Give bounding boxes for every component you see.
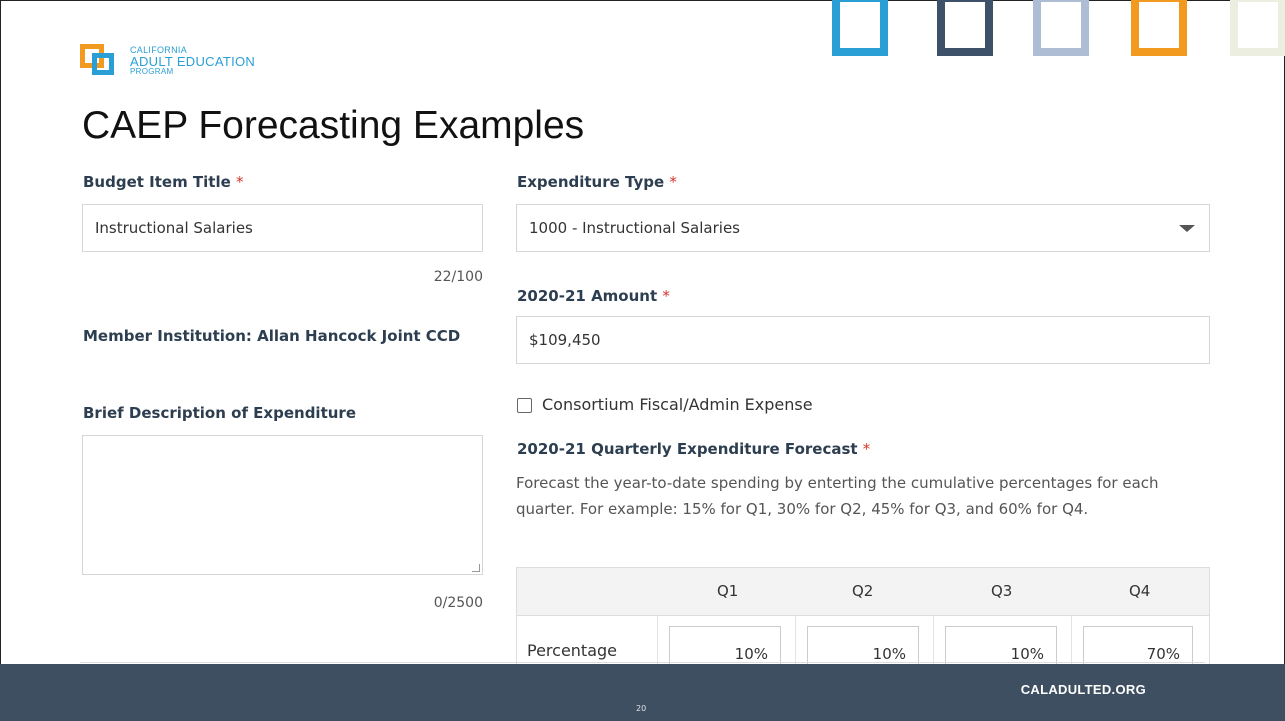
budget-item-title-label-text: Budget Item Title xyxy=(83,173,231,191)
page-number: 20 xyxy=(636,704,647,713)
decorative-square-light-blue xyxy=(1033,0,1089,56)
slide-footer: CALADULTED.ORG 20 xyxy=(0,664,1285,721)
percentage-row-label: Percentage xyxy=(527,641,618,660)
column-header-q4: Q4 xyxy=(1129,582,1151,600)
required-mark: * xyxy=(669,173,677,191)
column-divider xyxy=(657,616,658,668)
required-mark: * xyxy=(236,173,244,191)
budget-item-title-label: Budget Item Title * xyxy=(83,173,244,191)
expenditure-type-select[interactable]: 1000 - Instructional Salaries xyxy=(516,204,1210,252)
decorative-square-blue xyxy=(832,0,888,56)
budget-item-title-value: Instructional Salaries xyxy=(95,219,253,237)
forecast-label: 2020-21 Quarterly Expenditure Forecast * xyxy=(517,440,870,458)
slide-title: CAEP Forecasting Examples xyxy=(82,104,585,147)
consortium-expense-checkbox[interactable] xyxy=(517,398,532,413)
footer-url: CALADULTED.ORG xyxy=(1020,682,1146,697)
budget-item-title-counter: 22/100 xyxy=(433,269,483,285)
logo-text: CALIFORNIA ADULT EDUCATION PROGRAM xyxy=(130,46,255,76)
amount-label-text: 2020-21 Amount xyxy=(517,287,658,305)
column-divider xyxy=(795,616,796,668)
required-mark: * xyxy=(662,287,670,305)
column-header-q2: Q2 xyxy=(852,582,874,600)
content-divider xyxy=(80,662,1205,663)
chevron-down-icon xyxy=(1179,225,1195,232)
decorative-square-orange xyxy=(1131,0,1187,56)
column-header-q3: Q3 xyxy=(991,582,1013,600)
amount-value: $109,450 xyxy=(529,331,601,349)
column-header-q1: Q1 xyxy=(717,582,739,600)
caep-logo: CALIFORNIA ADULT EDUCATION PROGRAM xyxy=(80,44,255,78)
forecast-table: Q1 Q2 Q3 Q4 Percentage 10% 10% 10% 70% xyxy=(516,567,1210,670)
description-label: Brief Description of Expenditure xyxy=(83,404,356,422)
amount-input[interactable]: $109,450 xyxy=(516,316,1210,364)
consortium-expense-label[interactable]: Consortium Fiscal/Admin Expense xyxy=(542,395,813,414)
member-institution-label: Member Institution: Allan Hancock Joint … xyxy=(83,327,461,345)
logo-line-3: PROGRAM xyxy=(130,67,174,76)
decorative-square-cream xyxy=(1230,0,1285,56)
column-divider xyxy=(933,616,934,668)
logo-mark-icon xyxy=(80,44,124,78)
expenditure-type-label-text: Expenditure Type xyxy=(517,173,665,191)
forecast-help-text: Forecast the year-to-date spending by en… xyxy=(516,474,1159,518)
decorative-square-navy xyxy=(937,0,993,56)
description-textarea[interactable] xyxy=(82,435,483,575)
amount-label: 2020-21 Amount * xyxy=(517,287,670,305)
forecast-table-header: Q1 Q2 Q3 Q4 xyxy=(517,568,1209,616)
budget-item-title-input[interactable]: Instructional Salaries xyxy=(82,204,483,252)
description-counter: 0/2500 xyxy=(433,595,483,611)
expenditure-type-selected: 1000 - Instructional Salaries xyxy=(529,219,740,237)
expenditure-type-label: Expenditure Type * xyxy=(517,173,677,191)
resize-handle-icon[interactable] xyxy=(472,564,480,572)
column-divider xyxy=(1071,616,1072,668)
required-mark: * xyxy=(862,440,871,458)
forecast-label-text: 2020-21 Quarterly Expenditure Forecast xyxy=(517,440,858,458)
